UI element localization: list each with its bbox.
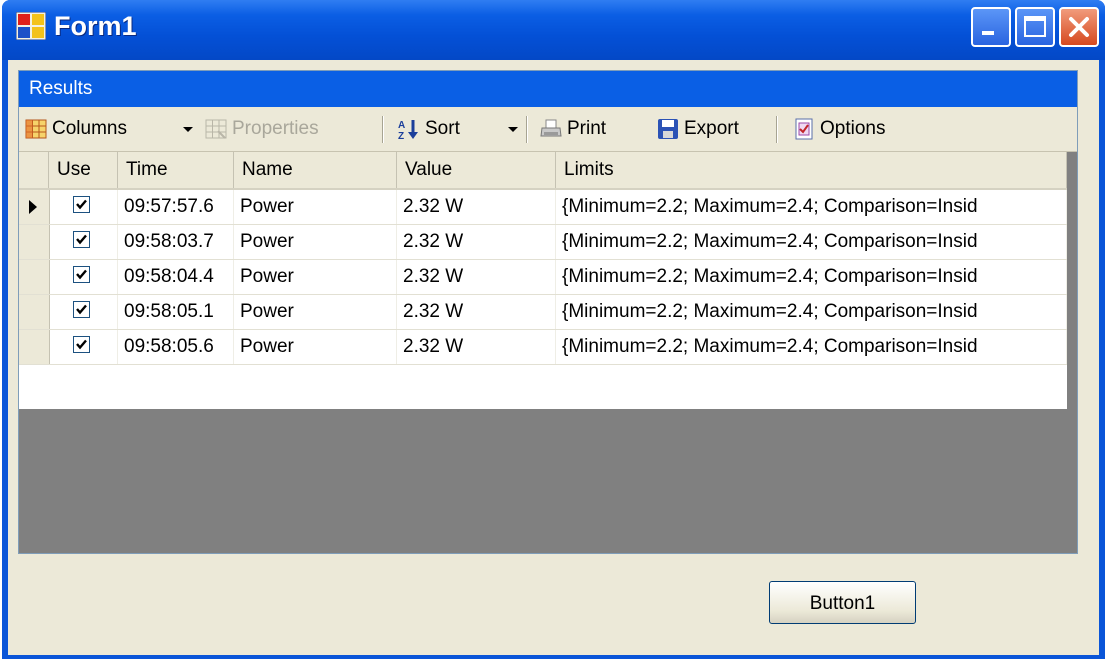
checkmark-icon <box>76 269 87 280</box>
sort-dropdown-arrow-icon[interactable] <box>508 127 518 132</box>
columns-label: Columns <box>52 118 127 139</box>
name-cell[interactable]: Power <box>234 260 397 294</box>
table-row[interactable]: 09:58:04.4 Power 2.32 W {Minimum=2.2; Maxim… <box>19 260 1067 295</box>
row-header[interactable] <box>19 225 50 259</box>
use-checkbox[interactable] <box>73 336 90 353</box>
value-cell[interactable]: 2.32 W <box>397 190 556 224</box>
properties-label: Properties <box>232 118 319 139</box>
title-bar[interactable]: Form1 <box>2 0 1105 60</box>
name-cell[interactable]: Power <box>234 295 397 329</box>
grid-header-row: Use Time Name Value Limits <box>19 152 1067 190</box>
name-cell[interactable]: Power <box>234 190 397 224</box>
table-row[interactable]: 09:58:05.6 Power 2.32 W {Minimum=2.2; Maxim… <box>19 330 1067 365</box>
options-button[interactable]: Options <box>793 107 885 151</box>
time-cell[interactable]: 09:57:57.6 <box>118 190 234 224</box>
use-checkbox[interactable] <box>73 231 90 248</box>
results-header: Results <box>19 71 1077 107</box>
column-header-time[interactable]: Time <box>118 152 234 188</box>
time-cell[interactable]: 09:58:05.6 <box>118 330 234 364</box>
use-cell <box>49 225 118 259</box>
limits-cell[interactable]: {Minimum=2.2; Maximum=2.4; Comparison=In… <box>556 260 1067 294</box>
checkmark-icon <box>76 304 87 315</box>
results-grid: Use Time Name Value Limits 09:57:57.6 Pow… <box>19 152 1067 409</box>
time-cell[interactable]: 09:58:04.4 <box>118 260 234 294</box>
close-button[interactable] <box>1059 7 1099 47</box>
toolbar-separator <box>382 116 384 143</box>
name-cell[interactable]: Power <box>234 225 397 259</box>
toolbar-separator <box>776 116 778 143</box>
value-cell[interactable]: 2.32 W <box>397 225 556 259</box>
minimize-button[interactable] <box>971 7 1011 47</box>
row-header[interactable] <box>19 330 50 364</box>
sort-az-icon: A Z <box>398 120 418 140</box>
table-row[interactable]: 09:58:03.7 Power 2.32 W {Minimum=2.2; Maxim… <box>19 225 1067 260</box>
form-app-icon <box>16 12 46 40</box>
name-cell[interactable]: Power <box>234 330 397 364</box>
time-cell[interactable]: 09:58:05.1 <box>118 295 234 329</box>
use-cell <box>49 295 118 329</box>
app-window: Form1 Results Columns Properties A Z Sor… <box>2 0 1105 659</box>
options-checklist-icon <box>795 118 813 140</box>
checkmark-icon <box>76 199 87 210</box>
use-checkbox[interactable] <box>73 196 90 213</box>
use-cell <box>49 260 118 294</box>
columns-dropdown-arrow-icon[interactable] <box>183 127 193 132</box>
export-label: Export <box>684 118 739 139</box>
checkmark-icon <box>76 339 87 350</box>
column-header-limits[interactable]: Limits <box>556 152 1067 188</box>
column-header-value[interactable]: Value <box>397 152 556 188</box>
row-header[interactable] <box>19 190 50 224</box>
floppy-disk-icon <box>658 119 678 139</box>
columns-icon <box>25 119 47 139</box>
current-row-pointer-icon <box>29 200 37 214</box>
results-toolbar: Columns Properties A Z Sort Print Export… <box>19 107 1077 152</box>
grid-corner-header <box>19 152 49 188</box>
properties-button[interactable]: Properties <box>205 107 319 151</box>
use-checkbox[interactable] <box>73 266 90 283</box>
svg-text:Z: Z <box>398 131 404 140</box>
limits-cell[interactable]: {Minimum=2.2; Maximum=2.4; Comparison=In… <box>556 330 1067 364</box>
table-row[interactable]: 09:58:05.1 Power 2.32 W {Minimum=2.2; Maxim… <box>19 295 1067 330</box>
options-label: Options <box>820 118 886 139</box>
value-cell[interactable]: 2.32 W <box>397 260 556 294</box>
limits-cell[interactable]: {Minimum=2.2; Maximum=2.4; Comparison=In… <box>556 295 1067 329</box>
column-header-name[interactable]: Name <box>234 152 397 188</box>
print-label: Print <box>567 118 607 139</box>
use-cell <box>49 190 118 224</box>
value-cell[interactable]: 2.32 W <box>397 330 556 364</box>
checkmark-icon <box>76 234 87 245</box>
toolbar-separator <box>526 116 528 143</box>
printer-icon <box>540 119 562 137</box>
close-icon <box>1069 17 1089 37</box>
limits-cell[interactable]: {Minimum=2.2; Maximum=2.4; Comparison=In… <box>556 190 1067 224</box>
print-button[interactable]: Print <box>540 107 606 151</box>
minimize-icon <box>982 31 994 35</box>
button1[interactable]: Button1 <box>769 581 916 624</box>
window-title: Form1 <box>54 11 137 41</box>
time-cell[interactable]: 09:58:03.7 <box>118 225 234 259</box>
form-client-area: Results Columns Properties A Z Sort Prin… <box>8 60 1099 655</box>
properties-icon <box>205 119 227 139</box>
limits-cell[interactable]: {Minimum=2.2; Maximum=2.4; Comparison=In… <box>556 225 1067 259</box>
table-row[interactable]: 09:57:57.6 Power 2.32 W {Minimum=2.2; Maxim… <box>19 190 1067 225</box>
row-header[interactable] <box>19 260 50 294</box>
results-panel: Results Columns Properties A Z Sort Prin… <box>18 70 1078 554</box>
maximize-icon <box>1024 16 1046 37</box>
row-header[interactable] <box>19 295 50 329</box>
export-button[interactable]: Export <box>657 107 739 151</box>
sort-label: Sort <box>425 118 460 139</box>
use-checkbox[interactable] <box>73 301 90 318</box>
value-cell[interactable]: 2.32 W <box>397 295 556 329</box>
sort-button[interactable]: A Z Sort <box>398 107 460 151</box>
svg-text:A: A <box>398 120 405 131</box>
columns-button[interactable]: Columns <box>25 107 127 151</box>
column-header-use[interactable]: Use <box>49 152 118 188</box>
maximize-button[interactable] <box>1015 7 1055 47</box>
use-cell <box>49 330 118 364</box>
